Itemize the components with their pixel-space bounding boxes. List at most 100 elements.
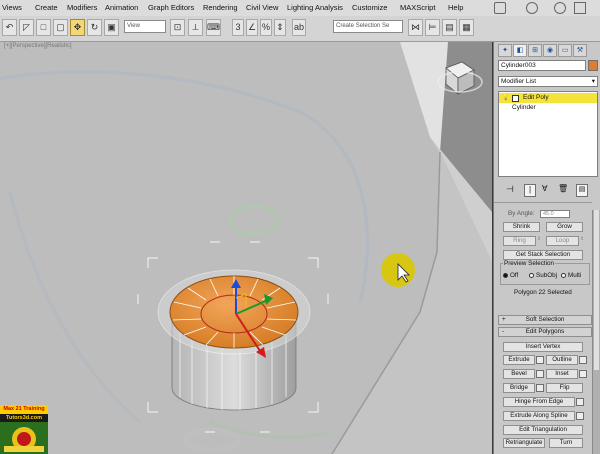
create-tab-icon[interactable]: ✦ <box>498 44 512 57</box>
motion-tab-icon[interactable]: ◉ <box>543 44 557 57</box>
select-manipulate-icon[interactable]: ⟂ <box>188 19 203 36</box>
modifier-stack: 💡 Edit Poly Cylinder <box>498 91 598 177</box>
menu-modifiers[interactable]: Modifiers <box>67 3 97 12</box>
inset-button[interactable]: Inset <box>546 369 578 379</box>
keyboard-shortcut-icon[interactable]: ⌨ <box>206 19 221 36</box>
show-end-result-icon[interactable]: | <box>524 184 536 197</box>
menu-civil-view[interactable]: Civil View <box>246 3 278 12</box>
menu-rendering[interactable]: Rendering <box>203 3 238 12</box>
object-name-field[interactable]: Cylinder003 <box>498 60 586 71</box>
loop-button[interactable]: Loop <box>546 236 579 246</box>
undo-icon[interactable]: ↶ <box>2 19 17 36</box>
perspective-viewport[interactable]: [+][Perspective][Realistic] <box>0 42 492 454</box>
hierarchy-tab-icon[interactable]: ⊞ <box>528 44 542 57</box>
preview-selection-title: Preview Selection <box>503 260 556 267</box>
reference-coordinate-combo[interactable]: View <box>124 20 166 33</box>
edit-triangulation-button[interactable]: Edit Triangulation <box>503 425 583 435</box>
object-color-swatch[interactable] <box>588 60 598 71</box>
pin-stack-icon[interactable]: ⊣ <box>506 184 514 195</box>
extrude-along-spline-settings-icon[interactable] <box>576 412 584 420</box>
menu-views[interactable]: Views <box>2 3 22 12</box>
modify-tab-icon[interactable]: ◧ <box>513 44 527 57</box>
command-panel: ✦ ◧ ⊞ ◉ ▭ ⚒ Cylinder003 Modifier List ▾ … <box>493 42 600 454</box>
percent-snap-icon[interactable]: % <box>260 19 272 36</box>
menu-graph-editors[interactable]: Graph Editors <box>148 3 194 12</box>
remove-modifier-icon[interactable]: 🗑 <box>558 184 568 193</box>
search-icon[interactable] <box>494 2 506 14</box>
preview-multi-label: Multi <box>568 272 582 279</box>
loop-spinner-icon[interactable]: ⇕ <box>580 236 584 246</box>
menu-maxscript[interactable]: MAXScript <box>400 3 435 12</box>
menu-lighting-analysis[interactable]: Lighting Analysis <box>287 3 343 12</box>
bevel-button[interactable]: Bevel <box>503 369 535 379</box>
rollout-expand-icon: + <box>502 316 506 323</box>
selection-status-text: Polygon 22 Selected <box>514 289 572 296</box>
mirror-icon[interactable]: ⋈ <box>408 19 423 36</box>
modifier-list-dropdown[interactable]: Modifier List ▾ <box>498 76 598 87</box>
hinge-from-edge-button[interactable]: Hinge From Edge <box>503 397 575 407</box>
select-region-icon[interactable]: □ <box>36 19 51 36</box>
flip-button[interactable]: Flip <box>546 383 583 393</box>
viewport-scene <box>0 42 492 454</box>
logo-emblem-icon <box>0 422 48 454</box>
bridge-settings-icon[interactable] <box>536 384 544 392</box>
scrollbar-thumb[interactable] <box>594 210 599 370</box>
menu-animation[interactable]: Animation <box>105 3 138 12</box>
ring-button[interactable]: Ring <box>503 236 536 246</box>
window-crossing-icon[interactable]: ▢ <box>53 19 68 36</box>
layer-manager-icon[interactable]: ▤ <box>442 19 457 36</box>
angle-snap-icon[interactable]: ∠ <box>246 19 258 36</box>
extrude-along-spline-button[interactable]: Extrude Along Spline <box>503 411 575 421</box>
snaps-toggle-icon[interactable]: 3 <box>232 19 244 36</box>
soft-selection-rollout[interactable]: + Soft Selection <box>498 315 592 325</box>
stack-item-cylinder[interactable]: Cylinder <box>512 104 536 111</box>
select-rotate-icon[interactable]: ↻ <box>87 19 102 36</box>
menu-help[interactable]: Help <box>448 3 463 12</box>
expand-icon[interactable] <box>512 95 519 102</box>
inset-settings-icon[interactable] <box>579 370 587 378</box>
bevel-settings-icon[interactable] <box>536 370 544 378</box>
extrude-settings-icon[interactable] <box>536 356 544 364</box>
graphite-tools-icon[interactable]: ▦ <box>459 19 474 36</box>
menu-create[interactable]: Create <box>35 3 58 12</box>
bridge-button[interactable]: Bridge <box>503 383 535 393</box>
shrink-button[interactable]: Shrink <box>503 222 540 232</box>
select-scale-icon[interactable]: ▣ <box>104 19 119 36</box>
edit-polygons-label: Edit Polygons <box>525 328 565 335</box>
named-selection-combo[interactable]: Create Selection Se <box>333 20 403 33</box>
align-icon[interactable]: ⊨ <box>425 19 440 36</box>
preview-subobj-radio[interactable] <box>529 273 534 278</box>
edit-named-selection-icon[interactable]: ab <box>292 19 306 36</box>
edit-polygons-rollout[interactable]: - Edit Polygons <box>498 327 592 337</box>
make-unique-icon[interactable]: ∀ <box>542 184 547 193</box>
retriangulate-button[interactable]: Retriangulate <box>503 438 545 448</box>
minimize-icon[interactable] <box>574 2 586 14</box>
help-icon[interactable] <box>554 2 566 14</box>
configure-modifier-sets-icon[interactable]: ▤ <box>576 184 588 197</box>
lightbulb-icon[interactable]: 💡 <box>502 94 509 101</box>
preview-off-radio[interactable] <box>503 273 508 278</box>
get-stack-selection-button[interactable]: Get Stack Selection <box>503 250 583 260</box>
outline-button[interactable]: Outline <box>546 355 578 365</box>
insert-vertex-button[interactable]: Insert Vertex <box>503 342 583 352</box>
hinge-settings-icon[interactable] <box>576 398 584 406</box>
by-angle-input[interactable]: 45.0 <box>540 210 570 218</box>
command-panel-scrollbar[interactable] <box>592 210 600 454</box>
menu-customize[interactable]: Customize <box>352 3 387 12</box>
modifier-list-label: Modifier List <box>501 78 537 85</box>
extrude-button[interactable]: Extrude <box>503 355 535 365</box>
select-move-icon[interactable]: ✥ <box>70 19 85 36</box>
utilities-tab-icon[interactable]: ⚒ <box>573 44 587 57</box>
turn-button[interactable]: Turn <box>549 438 583 448</box>
stack-item-edit-poly[interactable]: 💡 Edit Poly <box>499 93 597 103</box>
outline-settings-icon[interactable] <box>579 356 587 364</box>
star-icon[interactable] <box>526 2 538 14</box>
grow-button[interactable]: Grow <box>546 222 583 232</box>
spinner-snap-icon[interactable]: ⇕ <box>274 19 286 36</box>
viewport-label[interactable]: [+][Perspective][Realistic] <box>4 43 72 49</box>
ring-spinner-icon[interactable]: ⇕ <box>537 236 541 246</box>
preview-multi-radio[interactable] <box>561 273 566 278</box>
display-tab-icon[interactable]: ▭ <box>558 44 572 57</box>
pivot-center-icon[interactable]: ⊡ <box>170 19 185 36</box>
select-object-icon[interactable]: ◸ <box>19 19 34 36</box>
